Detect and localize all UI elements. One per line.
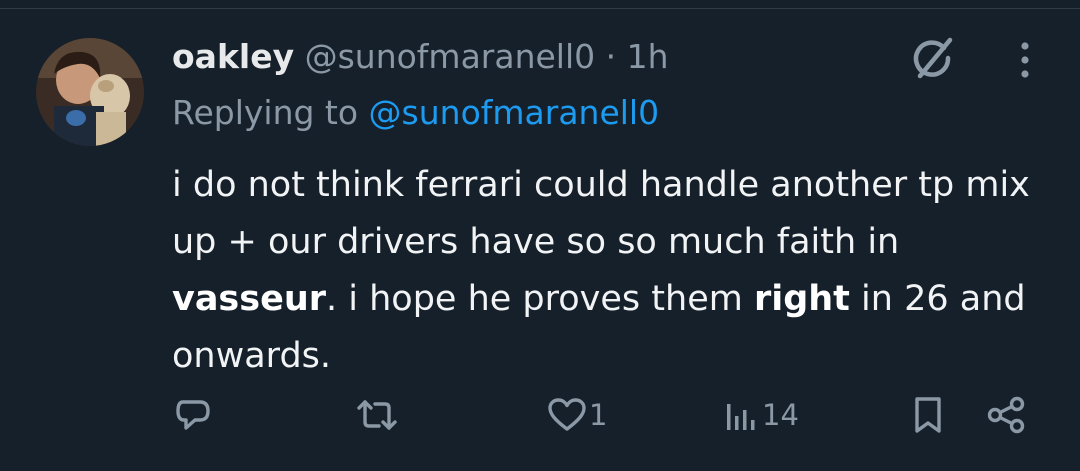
more-icon[interactable] [1005, 38, 1045, 82]
tweet-text-part: . i hope he proves them [326, 279, 754, 319]
heart-icon [547, 396, 587, 434]
timestamp[interactable]: 1h [627, 37, 669, 76]
grok-icon[interactable] [906, 34, 958, 86]
views-icon [724, 396, 760, 434]
avatar[interactable] [36, 38, 144, 146]
replying-to-handle[interactable]: @sunofmaranell0 [369, 93, 660, 132]
bookmark-icon [910, 395, 946, 435]
views-button[interactable]: 14 [724, 390, 799, 440]
separator-dot: · [605, 37, 617, 76]
replying-to-label: Replying to [172, 93, 359, 132]
retweet-button[interactable] [355, 390, 401, 440]
share-button[interactable] [985, 390, 1027, 440]
tweet[interactable]: oakley @sunofmaranell0 · 1h Replying to … [0, 0, 1080, 471]
tweet-text-part: i do not think ferrari could handle anot… [172, 165, 1030, 262]
reply-icon [174, 396, 212, 434]
tweet-header: oakley @sunofmaranell0 · 1h [172, 32, 669, 82]
user-handle[interactable]: @sunofmaranell0 [305, 37, 596, 76]
view-count: 14 [762, 398, 799, 432]
like-count: 1 [589, 398, 608, 432]
action-bar: 1 14 [0, 390, 1080, 440]
tweet-text-bold: vasseur [172, 279, 327, 319]
like-button[interactable]: 1 [547, 390, 607, 440]
tweet-text: i do not think ferrari could handle anot… [172, 157, 1052, 385]
share-icon [985, 395, 1027, 435]
replying-to: Replying to @sunofmaranell0 [172, 88, 659, 138]
reply-button[interactable] [174, 390, 214, 440]
tweet-text-bold: right [753, 279, 850, 319]
bookmark-button[interactable] [910, 390, 946, 440]
display-name[interactable]: oakley [172, 37, 294, 76]
retweet-icon [355, 396, 399, 434]
